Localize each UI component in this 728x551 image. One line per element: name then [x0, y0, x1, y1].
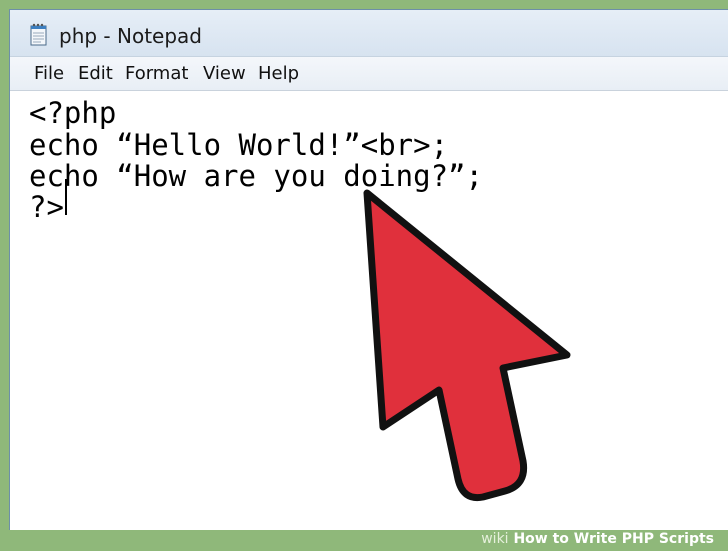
code-line-1: <?php: [29, 96, 117, 130]
footer-site: wiki: [481, 531, 509, 547]
menu-format[interactable]: Format: [125, 63, 188, 84]
menu-bar: File Edit Format View Help: [10, 57, 728, 91]
menu-help[interactable]: Help: [258, 63, 299, 84]
menu-file[interactable]: File: [34, 63, 64, 84]
code-line-4: ?>: [29, 190, 64, 224]
window-title: php - Notepad: [59, 24, 202, 48]
notepad-icon: [30, 23, 47, 46]
footer-title: How to Write PHP Scripts: [513, 531, 714, 547]
text-caret: [65, 179, 67, 215]
mouse-pointer-icon: [363, 189, 571, 502]
footer-caption: wiki How to Write PHP Scripts: [481, 531, 714, 547]
menu-edit[interactable]: Edit: [78, 63, 113, 84]
footer-bar: wiki How to Write PHP Scripts: [0, 530, 728, 551]
title-bar[interactable]: php - Notepad: [10, 10, 728, 57]
code-line-2: echo “Hello World!”<br>;: [29, 128, 449, 162]
menu-view[interactable]: View: [203, 63, 246, 84]
